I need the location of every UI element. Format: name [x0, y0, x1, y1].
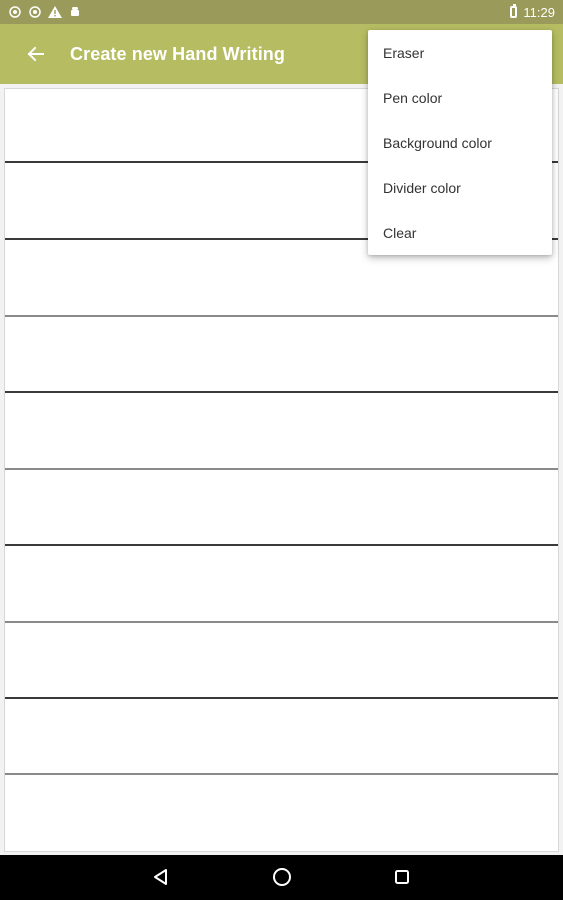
- back-button[interactable]: [20, 39, 50, 69]
- divider-line: [5, 544, 558, 546]
- home-circle-icon: [273, 868, 291, 886]
- recents-square-icon: [395, 870, 409, 884]
- menu-item-pen-color[interactable]: Pen color: [368, 75, 552, 120]
- page-title: Create new Hand Writing: [70, 43, 285, 64]
- divider-line: [5, 697, 558, 699]
- status-left: [8, 5, 82, 19]
- app-notification-icon: [8, 5, 22, 19]
- arrow-back-icon: [27, 46, 44, 62]
- navigation-bar: [0, 855, 563, 900]
- menu-item-eraser[interactable]: Eraser: [368, 30, 552, 75]
- status-bar: 11:29: [0, 0, 563, 24]
- back-triangle-icon: [154, 869, 167, 885]
- divider-line: [5, 621, 558, 623]
- menu-item-label: Eraser: [383, 44, 425, 61]
- divider-line: [5, 315, 558, 317]
- menu-item-clear[interactable]: Clear: [368, 210, 552, 255]
- android-icon: [68, 5, 82, 19]
- divider-line: [5, 468, 558, 470]
- nav-home-button[interactable]: [268, 863, 296, 891]
- overflow-menu: Eraser Pen color Background color Divide…: [368, 30, 552, 255]
- app-notification-icon: [28, 5, 42, 19]
- battery-icon: [510, 4, 518, 18]
- nav-recents-button[interactable]: [388, 863, 416, 891]
- menu-item-label: Background color: [383, 134, 492, 151]
- divider-line: [5, 773, 558, 775]
- divider-line: [5, 391, 558, 393]
- status-time: 11:29: [523, 4, 555, 20]
- menu-item-label: Divider color: [383, 179, 461, 196]
- menu-item-background-color[interactable]: Background color: [368, 120, 552, 165]
- menu-item-label: Clear: [383, 224, 417, 241]
- nav-back-button[interactable]: [147, 863, 175, 891]
- status-right: 11:29: [510, 4, 555, 20]
- menu-item-label: Pen color: [383, 89, 443, 106]
- menu-item-divider-color[interactable]: Divider color: [368, 165, 552, 210]
- warning-icon: [48, 5, 62, 19]
